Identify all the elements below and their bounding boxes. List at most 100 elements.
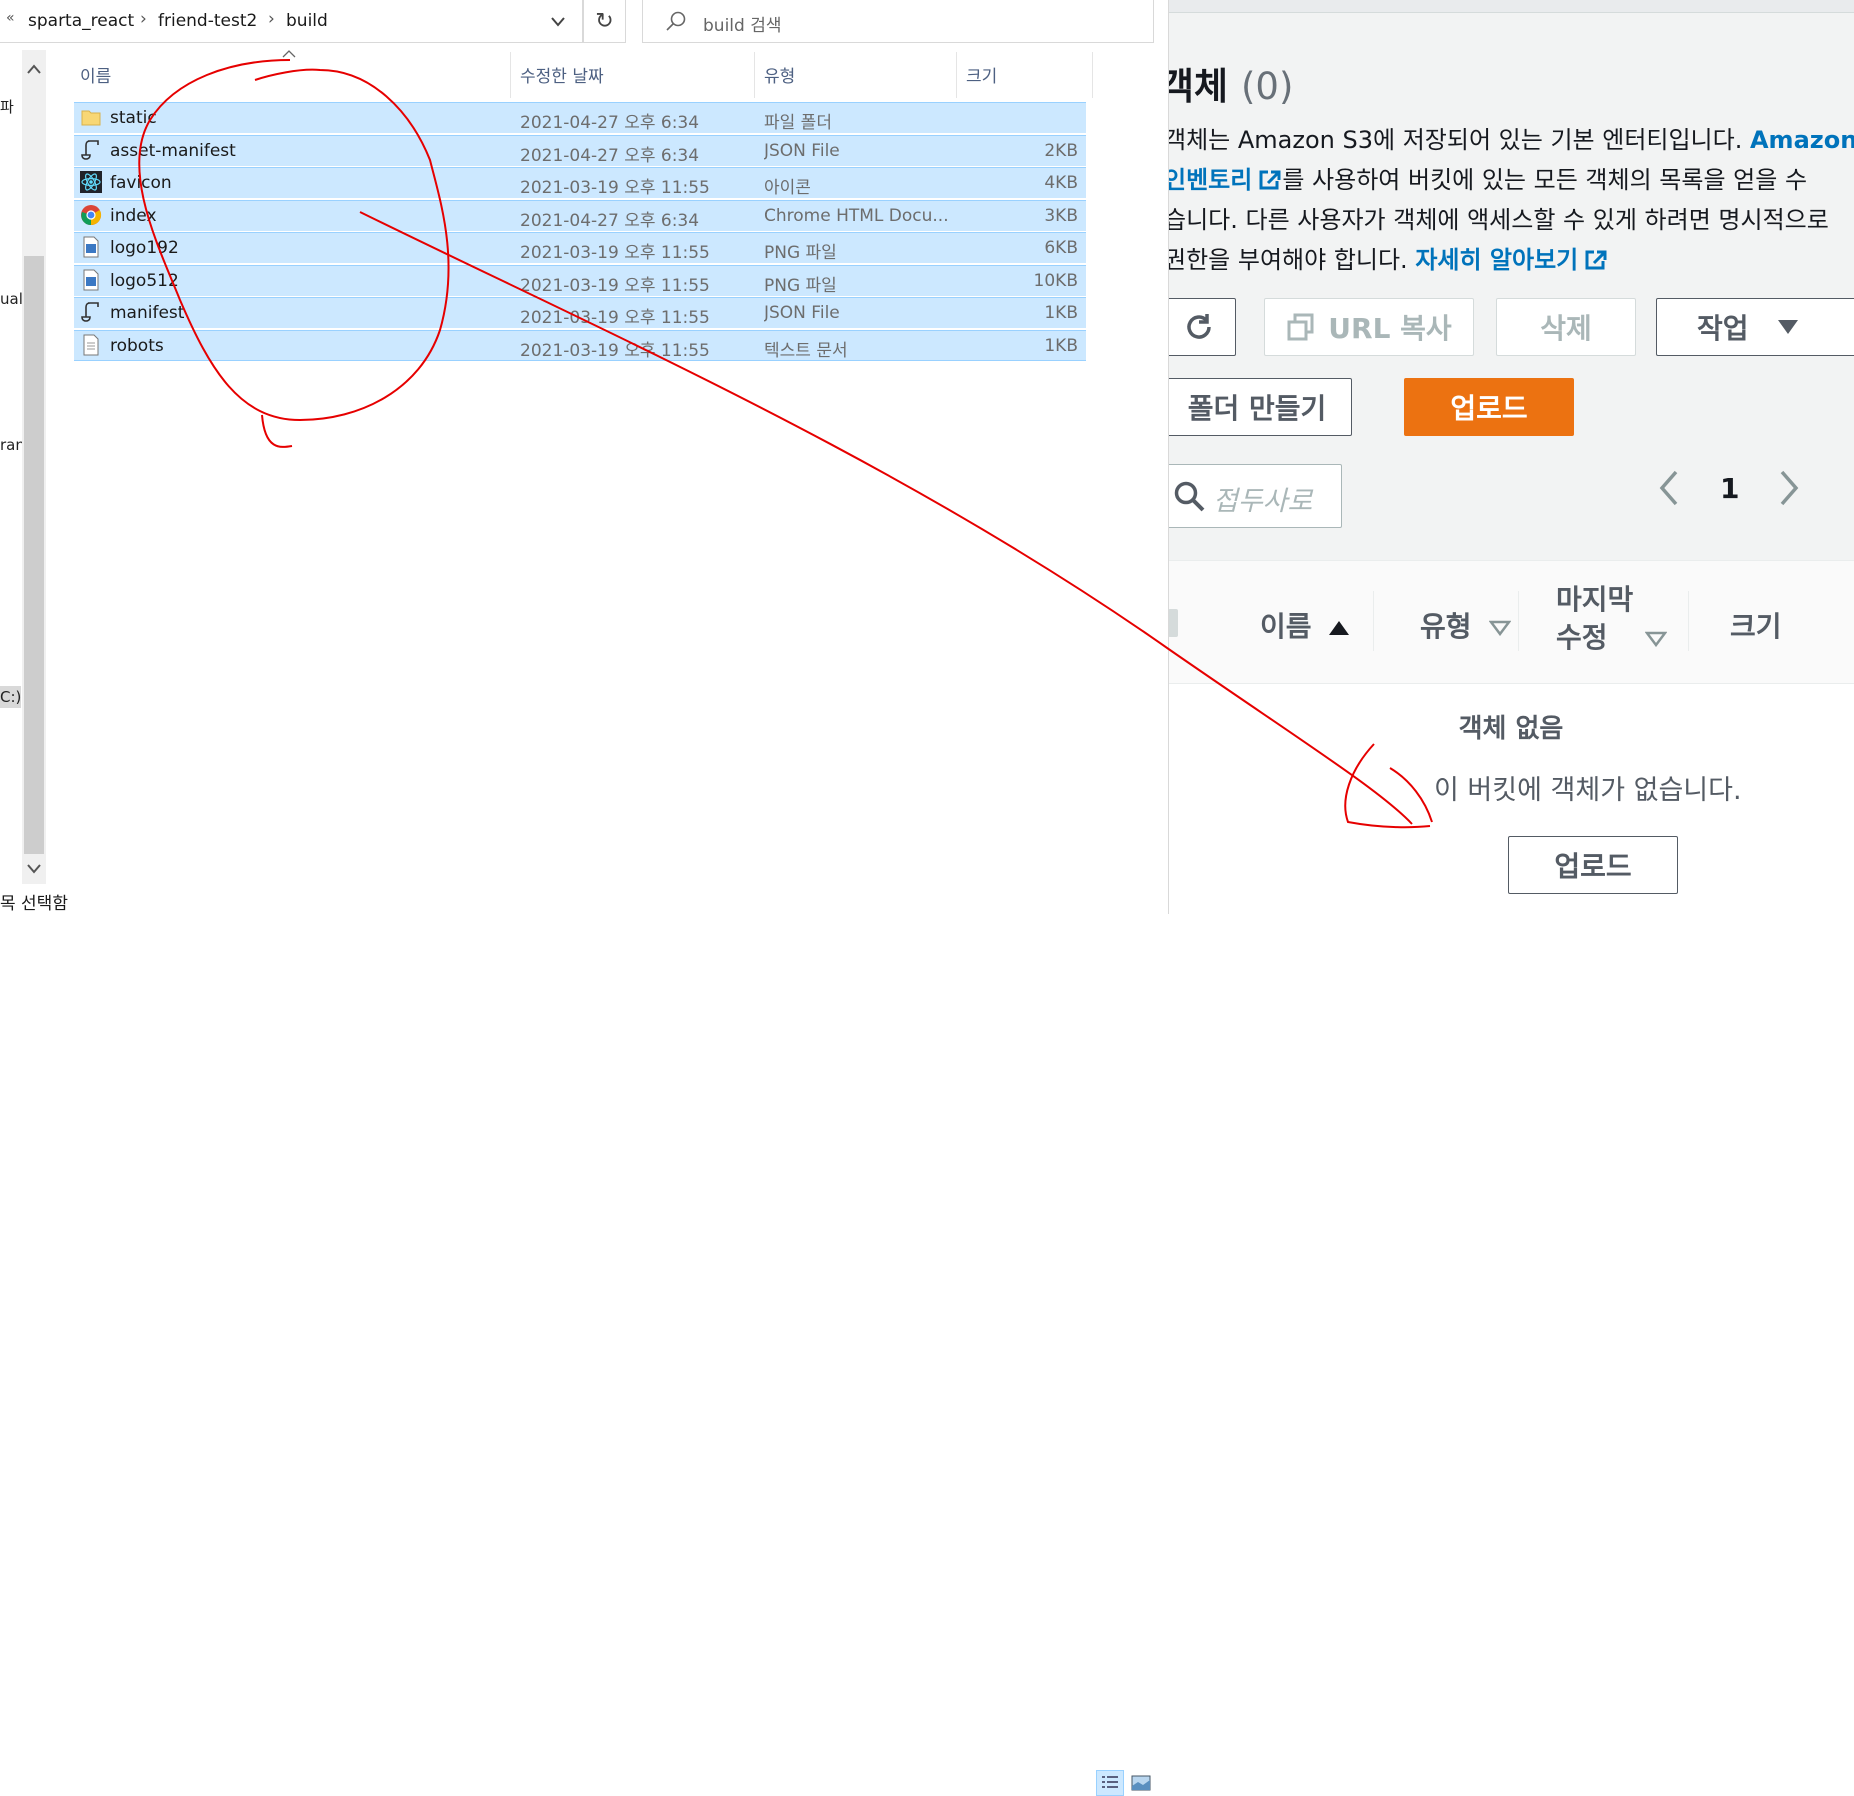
breadcrumb-sparta-react[interactable]: sparta_react: [28, 11, 134, 31]
breadcrumb-friend-test2[interactable]: friend-test2: [158, 11, 257, 31]
objects-table-header: 이름 유형 마지막 수정 크기: [1168, 561, 1854, 684]
column-header-name[interactable]: 이름: [80, 62, 111, 87]
file-name: static: [110, 108, 157, 128]
file-date: 2021-03-19 오후 11:55: [520, 243, 710, 263]
copy-url-button[interactable]: URL 복사: [1264, 298, 1474, 356]
column-header-type[interactable]: 유형: [764, 62, 795, 87]
file-date: 2021-04-27 오후 6:34: [520, 145, 700, 166]
file-size: 10KB: [1033, 270, 1078, 291]
refresh-button[interactable]: ↻: [583, 0, 626, 43]
file-type: 파일 폴더: [764, 113, 832, 133]
chevron-right-icon[interactable]: [1778, 468, 1802, 508]
scroll-down-icon[interactable]: [24, 862, 44, 876]
desc-line3: 습니다. 다른 사용자가 객체에 액세스할 수 있게 하려면 명시적으로: [1168, 206, 1829, 234]
learn-more-link[interactable]: 자세히 알아보기: [1415, 246, 1578, 274]
pagination: 1: [1656, 464, 1854, 514]
size-column-header[interactable]: 크기: [1730, 605, 1782, 645]
file-row[interactable]: logo512 2021-03-19 오후 11:55 PNG 파일 10KB: [74, 264, 1086, 296]
copy-icon: [1287, 313, 1314, 341]
objects-description: 객체는 Amazon S3에 저장되어 있는 기본 엔터티입니다. Amazon…: [1168, 120, 1854, 280]
actions-label: 작업: [1697, 312, 1749, 345]
file-row[interactable]: asset-manifest 2021-04-27 오후 6:34 JSON Fil…: [74, 134, 1086, 166]
refresh-button[interactable]: [1168, 298, 1236, 356]
file-type: JSON File: [764, 303, 840, 323]
copy-url-label: URL 복사: [1328, 312, 1452, 345]
large-icons-view-icon[interactable]: [1128, 1770, 1154, 1796]
column-header-size[interactable]: 크기: [966, 62, 997, 87]
file-date: 2021-03-19 오후 11:55: [520, 340, 710, 361]
file-row[interactable]: index 2021-04-27 오후 6:34 Chrome HTML Docu.…: [74, 199, 1086, 231]
prefix-search-input[interactable]: 접두사로: [1168, 464, 1342, 528]
address-bar[interactable]: « sparta_react › friend-test2 › build: [0, 0, 583, 43]
last-modified-column-header[interactable]: 마지막 수정: [1556, 581, 1668, 657]
amazon-s3-link[interactable]: Amazon S: [1750, 126, 1854, 154]
upload-button[interactable]: 업로드: [1404, 378, 1574, 436]
external-link-icon: [1259, 170, 1281, 190]
type-header-label: 유형: [1420, 610, 1472, 643]
overflow-chevron-icon[interactable]: «: [6, 10, 15, 26]
file-name: index: [110, 205, 157, 226]
react-icon: [80, 171, 102, 193]
type-column-header[interactable]: 유형: [1420, 605, 1512, 645]
file-date: 2021-04-27 오후 6:34: [520, 113, 700, 133]
file-name: manifest: [110, 303, 185, 323]
status-bar: 목 선택함: [0, 884, 1168, 1796]
empty-upload-label: 업로드: [1554, 850, 1632, 883]
s3-top-strip: [1168, 0, 1854, 13]
external-link-icon: [1585, 250, 1607, 270]
view-toggle: [1096, 1770, 1156, 1796]
create-folder-label: 폴더 만들기: [1187, 392, 1327, 425]
file-date: 2021-03-19 오후 11:55: [520, 178, 710, 198]
file-row[interactable]: logo192 2021-03-19 오후 11:55 PNG 파일 6KB: [74, 232, 1086, 263]
chevron-down-icon[interactable]: [550, 16, 566, 28]
s3-console-panel: 객체 (0) 객체는 Amazon S3에 저장되어 있는 기본 엔터티입니다.…: [1168, 0, 1854, 914]
name-column-header[interactable]: 이름: [1260, 605, 1351, 645]
sort-icon: [1644, 631, 1668, 648]
file-row[interactable]: robots 2021-03-19 오후 11:55 텍스트 문서 1KB: [74, 329, 1086, 361]
image-file-icon: [80, 236, 102, 258]
breadcrumb-separator-icon[interactable]: ›: [140, 9, 147, 29]
file-name: robots: [110, 335, 164, 356]
file-date: 2021-04-27 오후 6:34: [520, 210, 700, 231]
file-row[interactable]: static 2021-04-27 오후 6:34 파일 폴더: [74, 102, 1086, 133]
select-all-checkbox[interactable]: [1168, 609, 1178, 637]
chrome-icon: [80, 204, 102, 226]
column-header-date[interactable]: 수정한 날짜: [520, 62, 604, 87]
file-list: static 2021-04-27 오후 6:34 파일 폴더 asset-manif…: [0, 102, 1100, 362]
desc-line4: 권한을 부여해야 합니다.: [1168, 246, 1416, 274]
file-row[interactable]: favicon 2021-03-19 오후 11:55 아이콘 4KB: [74, 167, 1086, 198]
create-folder-button[interactable]: 폴더 만들기: [1168, 378, 1352, 436]
caret-down-icon: [1777, 320, 1798, 334]
selection-status: 목 선택함: [0, 894, 68, 914]
inventory-link[interactable]: 인벤토리: [1168, 166, 1252, 194]
file-name: favicon: [110, 173, 172, 193]
delete-label: 삭제: [1540, 312, 1592, 345]
file-size: 6KB: [1044, 238, 1078, 258]
search-placeholder: build 검색: [703, 16, 782, 36]
page-number[interactable]: 1: [1720, 472, 1739, 505]
image-file-icon: [80, 269, 102, 291]
json-file-icon: [80, 139, 102, 161]
objects-heading: 객체 (0): [1168, 56, 1293, 110]
sort-caret-up-icon: [282, 50, 296, 58]
json-file-icon: [80, 301, 102, 323]
empty-upload-button[interactable]: 업로드: [1508, 836, 1678, 894]
modified-header-line1: 마지막: [1556, 583, 1634, 616]
desc-line2: 를 사용하여 버킷에 있는 모든 객체의 목록을 얻을 수: [1282, 166, 1808, 194]
delete-button[interactable]: 삭제: [1496, 298, 1636, 356]
sort-icon: [1488, 620, 1512, 637]
upload-label: 업로드: [1450, 392, 1528, 425]
actions-dropdown[interactable]: 작업: [1656, 298, 1854, 356]
scroll-up-icon[interactable]: [24, 62, 44, 76]
modified-header-line2: 수정: [1556, 621, 1608, 654]
file-row[interactable]: manifest 2021-03-19 오후 11:55 JSON File 1KB: [74, 297, 1086, 328]
details-view-icon[interactable]: [1096, 1770, 1124, 1796]
nav-item-drive-c[interactable]: C:): [0, 686, 22, 708]
file-type: JSON File: [764, 140, 840, 161]
search-input[interactable]: build 검색: [642, 0, 1154, 43]
file-size: 1KB: [1044, 335, 1078, 356]
refresh-icon: ↻: [595, 8, 614, 34]
breadcrumb-build[interactable]: build: [286, 11, 328, 31]
chevron-left-icon[interactable]: [1656, 468, 1680, 508]
breadcrumb-separator-icon[interactable]: ›: [268, 9, 275, 29]
